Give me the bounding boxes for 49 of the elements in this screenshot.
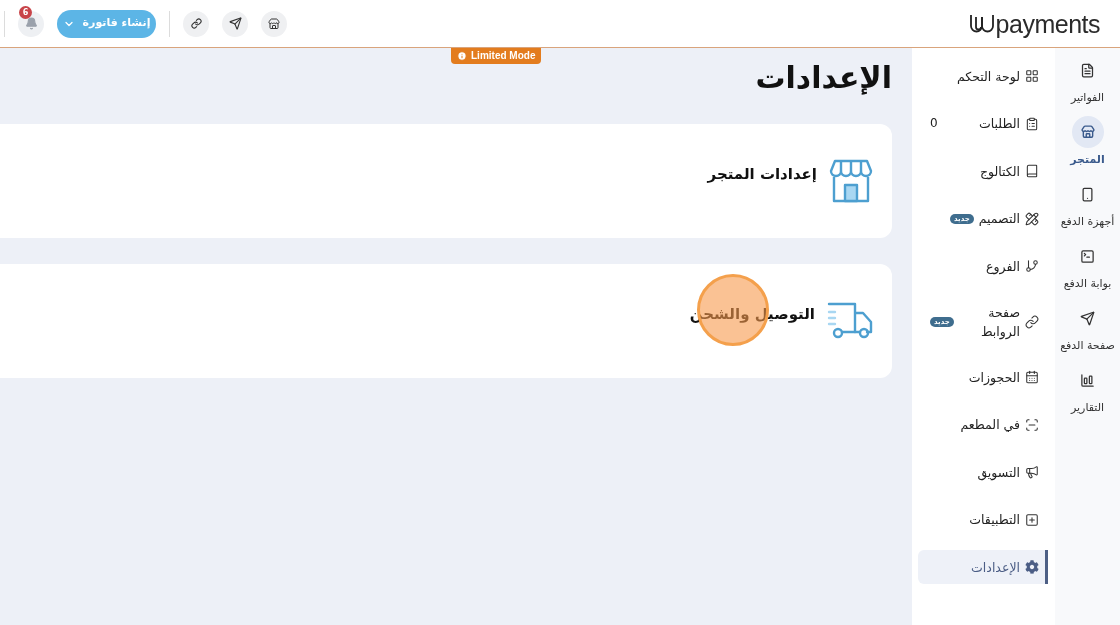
card-title: إعدادات المتجر — [707, 164, 817, 185]
rail-item[interactable]: صفحة الدفع — [1055, 302, 1120, 354]
send-icon — [1080, 310, 1095, 326]
nav-item[interactable]: الإعدادات — [918, 550, 1048, 584]
terminal-icon — [1080, 248, 1095, 264]
notifications-button[interactable] — [18, 10, 44, 37]
nav-item[interactable]: التسويق — [918, 455, 1048, 489]
link-icon — [1025, 314, 1039, 329]
calendar-icon — [1025, 370, 1039, 384]
rail-item[interactable]: المتجر — [1055, 116, 1120, 168]
nav-item[interactable]: الحجوزات — [918, 360, 1048, 394]
settings-card[interactable]: إعدادات المتجر — [0, 124, 892, 238]
clipboard-icon — [1025, 116, 1039, 131]
nav-item[interactable]: الكتالوج — [918, 154, 1048, 188]
limited-mode-badge: Limited Mode — [451, 48, 542, 64]
branch-icon — [1025, 259, 1039, 273]
nav-item[interactable]: في المطعم — [918, 407, 1048, 442]
store-icon — [268, 17, 280, 30]
rail-item[interactable]: أجهزة الدفع — [1055, 178, 1120, 230]
link-button[interactable] — [183, 10, 209, 37]
bar-chart-icon — [1080, 372, 1095, 388]
grid-icon — [1025, 69, 1039, 83]
rail-item[interactable]: بوابة الدفع — [1055, 240, 1120, 292]
book-icon — [1025, 164, 1039, 178]
settings-icon — [1025, 560, 1039, 574]
store-icon — [1071, 116, 1104, 148]
nav-item[interactable]: التطبيقات — [918, 502, 1048, 537]
store-button[interactable] — [261, 10, 287, 37]
send-icon — [228, 17, 242, 30]
square-plus-icon — [1025, 512, 1039, 527]
bell-icon — [24, 17, 38, 30]
rail-item[interactable]: التقارير — [1055, 364, 1120, 416]
notification-count: 6 — [19, 5, 32, 19]
document-icon — [1080, 62, 1095, 78]
link-icon — [190, 18, 202, 29]
orders-count: 0 — [930, 115, 938, 132]
nav-item[interactable]: لوحة التحكم — [918, 59, 1048, 93]
logo-text: payments — [995, 9, 1100, 38]
scan-icon — [1025, 417, 1039, 432]
send-button[interactable] — [222, 10, 248, 37]
nav-item[interactable]: الفروع — [918, 249, 1048, 283]
page-title: الإعدادات — [754, 59, 892, 97]
pencil-ruler-icon — [1025, 211, 1039, 226]
rail-item[interactable]: الفواتير — [1055, 54, 1120, 106]
truck-icon — [827, 301, 873, 341]
store-icon — [829, 159, 873, 203]
info-icon — [457, 51, 467, 61]
phone-icon — [1080, 186, 1095, 202]
megaphone-icon — [1025, 465, 1039, 479]
